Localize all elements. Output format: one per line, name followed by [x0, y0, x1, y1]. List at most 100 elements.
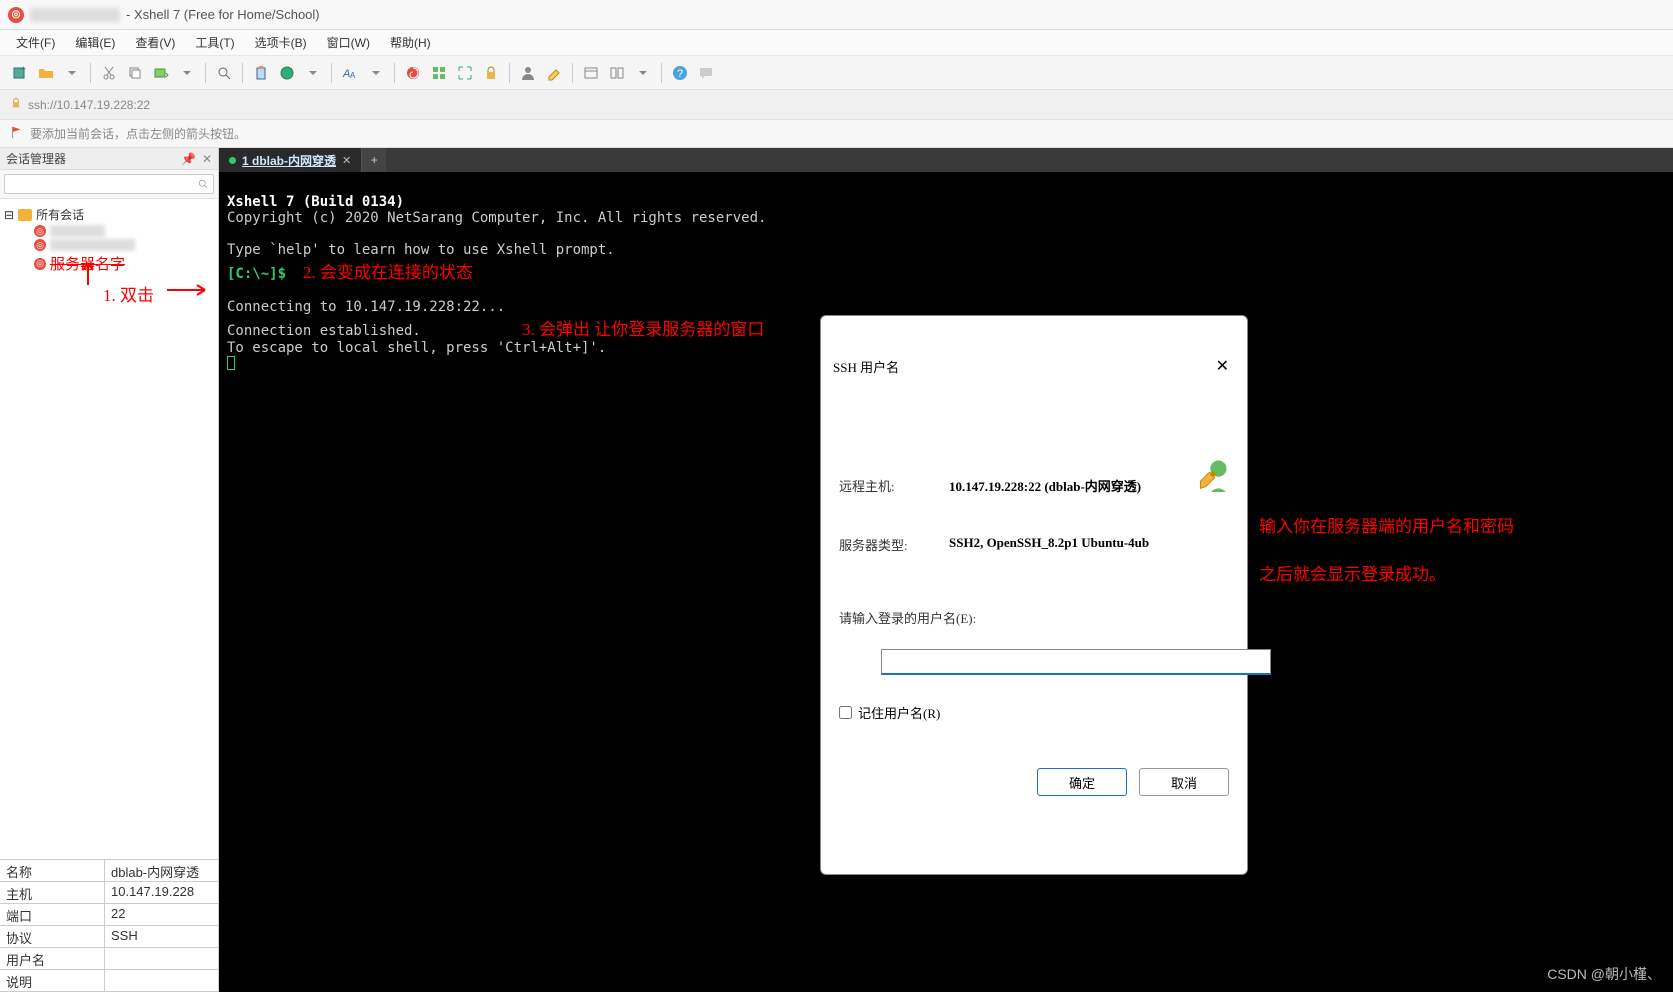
tree-root[interactable]: ⊟ 所有会话: [4, 205, 214, 224]
dialog-body: 远程主机: 10.147.19.228:22 (dblab-内网穿透) 服务器类…: [821, 416, 1247, 842]
property-key: 用户名: [0, 948, 105, 969]
property-key: 主机: [0, 882, 105, 903]
tree-root-label: 所有会话: [36, 206, 84, 223]
dropdown-icon[interactable]: [62, 63, 82, 83]
app-icon: ◎: [8, 7, 24, 23]
grid-icon[interactable]: [429, 63, 449, 83]
separator-icon: [572, 63, 573, 83]
menu-view[interactable]: 查看(V): [127, 32, 183, 53]
separator-icon: [90, 63, 91, 83]
term-prompt: [C:\~]$: [227, 266, 286, 282]
annotation-arrow-icon: [165, 283, 210, 297]
dropdown2-icon[interactable]: [177, 63, 197, 83]
title-redacted: [30, 8, 120, 22]
app-root: ◎ - Xshell 7 (Free for Home/School) 文件(F…: [0, 0, 1673, 992]
main-area: 1 dblab-内网穿透 ✕ + Xshell 7 (Build 0134) C…: [219, 148, 1673, 992]
new-session-icon[interactable]: +: [10, 63, 30, 83]
dropdown3-icon[interactable]: [303, 63, 323, 83]
open-folder-icon[interactable]: [36, 63, 56, 83]
tab-strip: 1 dblab-内网穿透 ✕ +: [219, 148, 1673, 172]
transfer-icon[interactable]: [151, 63, 171, 83]
panel-header: 会话管理器 📌 ✕: [0, 148, 218, 170]
titlebar: ◎ - Xshell 7 (Free for Home/School): [0, 0, 1673, 30]
menu-tabs[interactable]: 选项卡(B): [247, 32, 315, 53]
dialog-close-icon[interactable]: ✕: [1210, 352, 1235, 380]
term-line: Xshell 7 (Build 0134): [227, 194, 404, 210]
menu-file[interactable]: 文件(F): [8, 32, 63, 53]
type-label: 服务器类型:: [839, 535, 949, 554]
swirl-icon[interactable]: [403, 63, 423, 83]
copy-icon[interactable]: [125, 63, 145, 83]
terminal[interactable]: Xshell 7 (Build 0134) Copyright (c) 2020…: [219, 172, 1673, 992]
separator-icon: [205, 63, 206, 83]
separator-icon: [242, 63, 243, 83]
tree-item[interactable]: ◎: [4, 238, 214, 252]
separator-icon: [394, 63, 395, 83]
property-key: 说明: [0, 970, 105, 991]
property-value: 10.147.19.228: [105, 882, 218, 903]
address-bar: ssh://10.147.19.228:22: [0, 90, 1673, 120]
menu-help[interactable]: 帮助(H): [382, 32, 439, 53]
watermark: CSDN @朝小槿、: [1547, 964, 1661, 984]
session-icon: ◎: [34, 239, 46, 251]
chat-icon[interactable]: [696, 63, 716, 83]
user-icon[interactable]: [518, 63, 538, 83]
menu-tools[interactable]: 工具(T): [187, 32, 242, 53]
tiles-icon[interactable]: [607, 63, 627, 83]
tab-session[interactable]: 1 dblab-内网穿透 ✕: [219, 148, 362, 172]
ssh-login-dialog: SSH 用户名 ✕ 远程主机: 10.147.19.228:22 (dblab-…: [820, 315, 1248, 875]
cut-icon[interactable]: [99, 63, 119, 83]
globe-icon[interactable]: [277, 63, 297, 83]
remember-label: 记住用户名(R): [858, 703, 940, 722]
lock-icon[interactable]: [481, 63, 501, 83]
property-value: SSH: [105, 926, 218, 947]
font-icon[interactable]: AA: [340, 63, 360, 83]
remember-checkbox[interactable]: [839, 706, 852, 719]
svg-text:A: A: [350, 71, 356, 80]
window-icon[interactable]: [581, 63, 601, 83]
annotation-2: 2. 会变成在连接的状态: [303, 263, 473, 282]
address-url[interactable]: ssh://10.147.19.228:22: [28, 98, 150, 112]
menubar: 文件(F) 编辑(E) 查看(V) 工具(T) 选项卡(B) 窗口(W) 帮助(…: [0, 30, 1673, 56]
tree-item-redacted: [50, 225, 105, 237]
key-user-icon: [1195, 456, 1231, 492]
tree-item-redacted: [50, 239, 135, 251]
search-icon[interactable]: [214, 63, 234, 83]
close-icon[interactable]: ✕: [202, 152, 212, 166]
username-input[interactable]: [881, 649, 1271, 675]
cancel-button[interactable]: 取消: [1139, 768, 1229, 796]
help-icon[interactable]: ?: [670, 63, 690, 83]
session-icon: ◎: [34, 258, 46, 270]
term-line: To escape to local shell, press 'Ctrl+Al…: [227, 340, 606, 356]
remember-checkbox-row[interactable]: 记住用户名(R): [839, 703, 1229, 722]
tab-add-button[interactable]: +: [362, 148, 386, 172]
ok-button[interactable]: 确定: [1037, 768, 1127, 796]
dropdown4-icon[interactable]: [366, 63, 386, 83]
panel-search: [0, 170, 218, 199]
menu-window[interactable]: 窗口(W): [319, 32, 378, 53]
tree-item[interactable]: ◎: [4, 224, 214, 238]
status-dot-icon: [229, 157, 236, 164]
expand-icon[interactable]: [455, 63, 475, 83]
term-line: Connecting to 10.147.19.228:22...: [227, 299, 505, 315]
menu-edit[interactable]: 编辑(E): [67, 32, 123, 53]
dialog-buttons: 确定 取消: [839, 768, 1229, 796]
username-label: 请输入登录的用户名(E):: [839, 608, 1229, 627]
session-icon: ◎: [34, 225, 46, 237]
highlight-icon[interactable]: [544, 63, 564, 83]
type-value: SSH2, OpenSSH_8.2p1 Ubuntu-4ub: [949, 535, 1229, 554]
search-input[interactable]: [4, 174, 214, 194]
window-title: - Xshell 7 (Free for Home/School): [126, 7, 320, 22]
main-body: 会话管理器 📌 ✕ ⊟ 所有会话 ◎: [0, 148, 1673, 992]
pin-icon[interactable]: 📌: [181, 152, 196, 166]
hint-bar: 要添加当前会话，点击左侧的箭头按钮。: [0, 120, 1673, 148]
paste-icon[interactable]: [251, 63, 271, 83]
property-row: 端口22: [0, 904, 218, 926]
property-value: dblab-内网穿透: [105, 860, 218, 881]
tab-close-icon[interactable]: ✕: [342, 154, 351, 167]
session-tree: ⊟ 所有会话 ◎ ◎ ◎ 服务器名字: [0, 199, 218, 859]
tree-item-selected[interactable]: ◎ 服务器名字: [4, 252, 214, 275]
dropdown5-icon[interactable]: [633, 63, 653, 83]
lock-icon: [10, 97, 22, 112]
property-row: 说明: [0, 970, 218, 992]
